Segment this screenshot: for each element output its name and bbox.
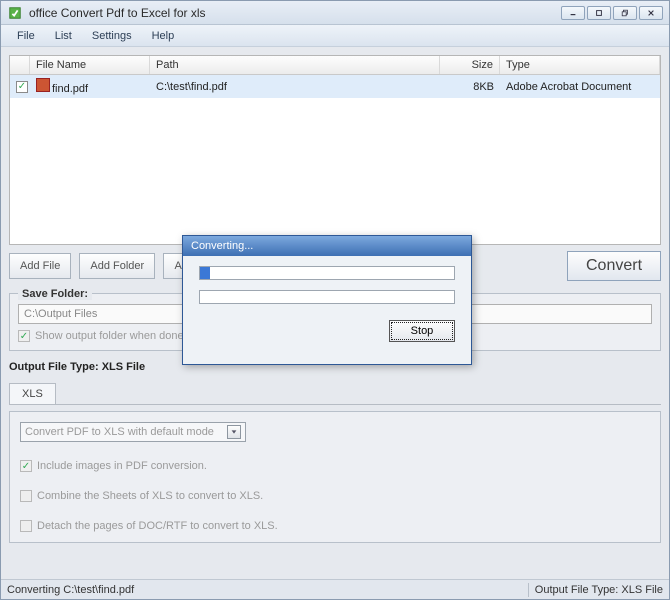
conversion-mode-value: Convert PDF to XLS with default mode <box>25 426 214 438</box>
window-title: office Convert Pdf to Excel for xls <box>29 6 561 20</box>
progress-bar-1 <box>199 266 455 280</box>
show-output-checkbox[interactable] <box>18 330 30 342</box>
tab-xls[interactable]: XLS <box>9 383 56 404</box>
column-name[interactable]: File Name <box>30 56 150 74</box>
column-type[interactable]: Type <box>500 56 660 74</box>
progress-bar-2 <box>199 290 455 304</box>
combine-sheets-checkbox[interactable] <box>20 490 32 502</box>
combine-sheets-label: Combine the Sheets of XLS to convert to … <box>37 490 263 502</box>
row-name-text: find.pdf <box>52 83 88 95</box>
include-images-checkbox[interactable] <box>20 460 32 472</box>
options-panel: Convert PDF to XLS with default mode Inc… <box>9 411 661 543</box>
app-icon <box>7 5 23 21</box>
column-check[interactable] <box>10 56 30 74</box>
file-list[interactable]: File Name Path Size Type find.pdf C:\tes… <box>9 55 661 245</box>
status-right: Output File Type: XLS File <box>535 584 663 596</box>
menu-list[interactable]: List <box>45 27 82 45</box>
stop-button[interactable]: Stop <box>389 320 455 342</box>
status-bar: Converting C:\test\find.pdf Output File … <box>1 579 669 599</box>
titlebar: office Convert Pdf to Excel for xls <box>1 1 669 25</box>
detach-pages-label: Detach the pages of DOC/RTF to convert t… <box>37 520 278 532</box>
status-left: Converting C:\test\find.pdf <box>7 584 134 596</box>
file-list-header: File Name Path Size Type <box>10 56 660 75</box>
menu-help[interactable]: Help <box>142 27 185 45</box>
converting-dialog: Converting... Stop <box>182 235 472 365</box>
chevron-down-icon <box>227 425 241 439</box>
menu-settings[interactable]: Settings <box>82 27 142 45</box>
close-button[interactable] <box>639 6 663 20</box>
menu-file[interactable]: File <box>7 27 45 45</box>
window-buttons <box>561 6 663 20</box>
column-size[interactable]: Size <box>440 56 500 74</box>
row-size: 8KB <box>440 78 500 96</box>
row-type: Adobe Acrobat Document <box>500 78 660 96</box>
add-folder-button[interactable]: Add Folder <box>79 253 155 279</box>
show-output-label: Show output folder when done. <box>35 330 187 342</box>
row-checkbox[interactable] <box>10 77 30 96</box>
menubar: File List Settings Help <box>1 25 669 47</box>
maximize-button[interactable] <box>587 6 611 20</box>
minimize-button[interactable] <box>561 6 585 20</box>
dialog-title: Converting... <box>183 236 471 256</box>
include-images-label: Include images in PDF conversion. <box>37 460 207 472</box>
conversion-mode-select[interactable]: Convert PDF to XLS with default mode <box>20 422 246 442</box>
add-file-button[interactable]: Add File <box>9 253 71 279</box>
save-folder-label: Save Folder: <box>18 288 92 300</box>
row-path: C:\test\find.pdf <box>150 78 440 96</box>
restore-button[interactable] <box>613 6 637 20</box>
pdf-icon <box>36 78 50 92</box>
tabs: XLS <box>9 383 661 405</box>
column-path[interactable]: Path <box>150 56 440 74</box>
convert-button[interactable]: Convert <box>567 251 661 281</box>
table-row[interactable]: find.pdf C:\test\find.pdf 8KB Adobe Acro… <box>10 75 660 98</box>
row-name: find.pdf <box>30 75 150 98</box>
detach-pages-checkbox[interactable] <box>20 520 32 532</box>
